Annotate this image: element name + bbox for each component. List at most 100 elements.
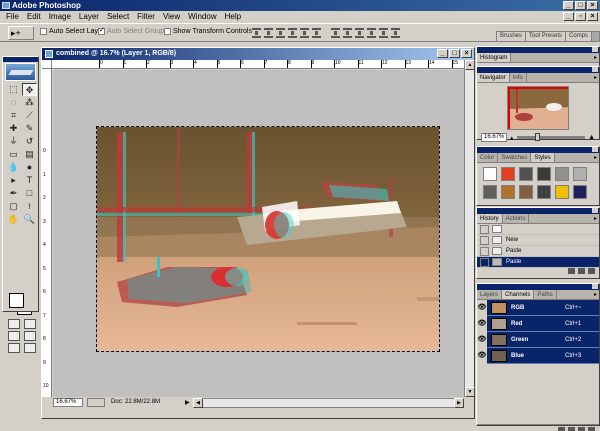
style-swatch[interactable]: [501, 185, 515, 199]
navigator-view-box[interactable]: [508, 87, 568, 129]
zoom-in-icon[interactable]: ▲: [588, 134, 595, 141]
styles-panel-grip[interactable]: [477, 147, 599, 153]
horizontal-ruler[interactable]: 0 1 2 3 4 5 6 7 8 9 10 11 12 13 14 15: [52, 60, 464, 69]
styles-menu-icon[interactable]: ▸: [594, 153, 599, 162]
navigator-zoom-field[interactable]: 16.67%: [481, 133, 507, 142]
align-left-icon[interactable]: [288, 28, 297, 38]
magic-wand-tool-icon[interactable]: ⁂: [22, 96, 37, 109]
crop-tool-icon[interactable]: ⌗: [6, 109, 21, 122]
new-snapshot-icon[interactable]: [578, 268, 585, 274]
gradient-tool-icon[interactable]: ▤: [22, 148, 37, 161]
delete-channel-icon[interactable]: [588, 426, 595, 431]
channels-menu-icon[interactable]: ▸: [594, 290, 599, 299]
navigator-thumbnail[interactable]: [507, 86, 569, 130]
status-menu-arrow-icon[interactable]: ▶: [185, 399, 193, 406]
tool-preset-picker[interactable]: ▸+: [8, 26, 34, 40]
menu-file[interactable]: File: [2, 11, 23, 23]
hand-tool-icon[interactable]: ✋: [6, 213, 21, 226]
channel-row[interactable]: 👁 Blue Ctrl+3: [477, 347, 599, 364]
style-swatch[interactable]: [519, 167, 533, 181]
distribute-top-icon[interactable]: [331, 28, 340, 38]
channel-row[interactable]: 👁 RGB Ctrl+~: [477, 299, 599, 316]
tab-navigator[interactable]: Navigator: [477, 73, 510, 82]
jump-to-imageready-icon[interactable]: [24, 343, 36, 353]
navigator-panel-grip[interactable]: [477, 67, 599, 73]
align-right-icon[interactable]: [312, 28, 321, 38]
style-swatch[interactable]: [537, 167, 551, 181]
zoom-out-icon[interactable]: ▴: [510, 134, 514, 142]
distribute-vcenter-icon[interactable]: [343, 28, 352, 38]
auto-select-layer-checkbox[interactable]: [40, 28, 47, 35]
show-transform-controls-checkbox[interactable]: [164, 28, 171, 35]
style-swatch[interactable]: [573, 167, 587, 181]
foreground-color-swatch[interactable]: [9, 293, 24, 308]
channels-panel-grip[interactable]: [477, 284, 599, 290]
tab-layers[interactable]: Layers: [477, 290, 503, 299]
clone-stamp-tool-icon[interactable]: ⏚: [6, 135, 21, 148]
doc-minimize-button[interactable]: _: [563, 12, 574, 21]
distribute-hcenter-icon[interactable]: [379, 28, 388, 38]
style-swatch[interactable]: [501, 167, 515, 181]
style-swatch[interactable]: [555, 167, 569, 181]
photoshop-logo-button[interactable]: [5, 63, 36, 81]
slice-tool-icon[interactable]: ⟋: [22, 109, 37, 122]
blur-tool-icon[interactable]: 💧: [6, 161, 21, 174]
tab-paths[interactable]: Paths: [534, 290, 557, 299]
document-titlebar[interactable]: combined @ 16.7% (Layer 1, RGB/8) _ □ ×: [42, 48, 474, 60]
doc-close-button[interactable]: ×: [587, 12, 598, 21]
full-screen-icon[interactable]: [8, 343, 20, 353]
tab-history[interactable]: History: [477, 214, 503, 223]
minimize-button[interactable]: _: [563, 1, 574, 10]
delete-state-icon[interactable]: [588, 268, 595, 274]
eye-icon[interactable]: 👁: [477, 315, 487, 332]
tab-channels[interactable]: Channels: [502, 290, 535, 299]
eraser-tool-icon[interactable]: ▭: [6, 148, 21, 161]
channel-row[interactable]: 👁 Green Ctrl+2: [477, 331, 599, 348]
navigator-zoom-slider[interactable]: [516, 133, 586, 141]
tab-styles[interactable]: Styles: [531, 153, 555, 162]
new-document-from-state-icon[interactable]: [568, 268, 575, 274]
toolbox-grip[interactable]: [3, 57, 38, 62]
history-snapshot-brush-source[interactable]: [480, 224, 489, 234]
align-hcenter-icon[interactable]: [300, 28, 309, 38]
color-swatches[interactable]: [9, 293, 35, 315]
doc-window-maximize-button[interactable]: □: [449, 49, 460, 58]
healing-brush-tool-icon[interactable]: ✚: [6, 122, 21, 135]
distribute-right-icon[interactable]: [391, 28, 400, 38]
brush-tool-icon[interactable]: ✎: [22, 122, 37, 135]
lasso-tool-icon[interactable]: ◌: [6, 96, 21, 109]
channel-row[interactable]: 👁 Red Ctrl+1: [477, 315, 599, 332]
align-vcenter-icon[interactable]: [264, 28, 273, 38]
notes-tool-icon[interactable]: ▢: [6, 200, 21, 213]
shape-tool-icon[interactable]: □: [22, 187, 37, 200]
history-brush-tool-icon[interactable]: ↺: [22, 135, 37, 148]
show-transform-controls-option[interactable]: Show Transform Controls: [164, 28, 252, 35]
history-step[interactable]: New: [477, 235, 599, 246]
menu-window[interactable]: Window: [184, 11, 220, 23]
history-step-selected[interactable]: Paste: [477, 257, 599, 268]
menu-select[interactable]: Select: [103, 11, 133, 23]
distribute-left-icon[interactable]: [367, 28, 376, 38]
tab-actions[interactable]: Actions: [503, 214, 530, 223]
eye-icon[interactable]: 👁: [477, 299, 487, 316]
maximize-button[interactable]: □: [575, 1, 586, 10]
history-step-brush-source[interactable]: [480, 246, 489, 256]
navigator-menu-icon[interactable]: ▸: [594, 73, 599, 82]
align-top-icon[interactable]: [252, 28, 261, 38]
history-step[interactable]: Paste: [477, 246, 599, 257]
close-button[interactable]: ×: [587, 1, 598, 10]
menu-view[interactable]: View: [159, 11, 184, 23]
distribute-bottom-icon[interactable]: [355, 28, 364, 38]
tab-info[interactable]: Info: [510, 73, 527, 82]
history-step-brush-source[interactable]: [480, 257, 489, 267]
tab-histogram[interactable]: Histogram: [477, 53, 512, 62]
eyedropper-tool-icon[interactable]: ⟊: [22, 200, 37, 213]
standard-screen-icon[interactable]: [8, 331, 20, 341]
style-swatch[interactable]: [483, 167, 497, 181]
history-snapshot[interactable]: [477, 224, 599, 235]
vertical-scrollbar[interactable]: ▲ ▼: [464, 60, 475, 397]
well-tab-brushes[interactable]: Brushes: [497, 32, 527, 41]
new-channel-icon[interactable]: [578, 426, 585, 431]
quick-mask-icon[interactable]: [24, 319, 36, 329]
doc-restore-button[interactable]: ▫: [575, 12, 586, 21]
